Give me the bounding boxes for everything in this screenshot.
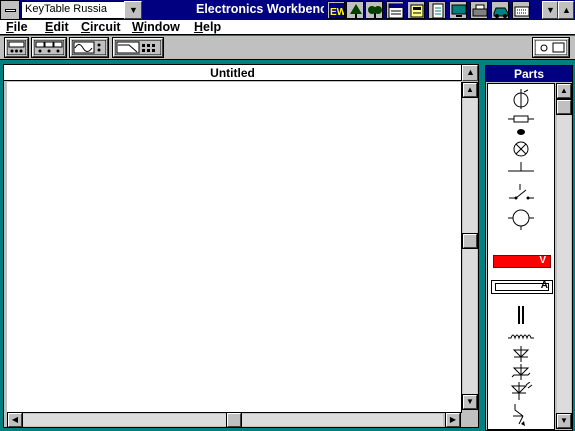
ground-icon — [513, 89, 529, 109]
scroll-thumb[interactable] — [556, 99, 572, 115]
word-generator-icon — [535, 40, 567, 55]
menu-circuit[interactable]: Circuit — [81, 20, 121, 34]
word-generator-button[interactable] — [532, 37, 570, 58]
part-ammeter[interactable]: A — [491, 280, 553, 294]
svg-text:EW: EW — [330, 7, 345, 18]
tree-icon[interactable] — [365, 1, 383, 19]
scroll-down-button[interactable]: ▼ — [556, 413, 572, 429]
part-led[interactable] — [488, 382, 554, 400]
notepad-icon[interactable] — [428, 1, 446, 19]
parts-list: V A — [487, 83, 555, 430]
system-menu-button[interactable] — [0, 0, 20, 20]
part-ground[interactable] — [488, 89, 554, 109]
part-capacitor[interactable] — [488, 306, 554, 324]
battery-icon — [508, 162, 534, 172]
menu-bar: File Edit Circuit Window Help — [0, 20, 575, 35]
function-generator-button[interactable] — [4, 37, 29, 58]
triangle-up-icon: ▲ — [466, 67, 475, 77]
lamp-icon — [513, 141, 529, 157]
inductor-icon — [508, 334, 534, 340]
transistor-icon — [513, 404, 525, 426]
scroll-thumb[interactable] — [226, 412, 242, 428]
menu-file[interactable]: File — [6, 20, 28, 34]
tree-icon[interactable] — [346, 1, 364, 19]
minimize-button[interactable]: ▼ — [542, 1, 558, 19]
scroll-up-button[interactable]: ▲ — [556, 83, 572, 99]
circuit-horizontal-scrollbar[interactable]: ◀ ▶ — [7, 412, 462, 428]
oscilloscope-icon — [72, 40, 106, 55]
keytable-dropdown-button[interactable]: ▼ — [124, 1, 142, 19]
menu-help[interactable]: Help — [194, 20, 221, 34]
circuit-canvas[interactable] — [7, 82, 462, 412]
scroll-left-button[interactable]: ◀ — [7, 412, 23, 428]
connector-dot-icon — [517, 129, 525, 135]
triangle-up-icon: ▲ — [562, 5, 571, 15]
oscilloscope-button[interactable] — [69, 37, 109, 58]
ac-source-icon — [508, 209, 534, 230]
scroll-track[interactable] — [557, 99, 571, 413]
app-title: Electronics Workbenc — [196, 2, 324, 16]
chevron-down-icon: ▼ — [129, 5, 138, 15]
part-switch[interactable] — [488, 182, 554, 204]
keyboard-icon[interactable] — [512, 1, 530, 19]
part-zener-diode[interactable] — [488, 364, 554, 380]
capacitor-icon — [518, 306, 524, 324]
maximize-button[interactable]: ▲ — [558, 1, 574, 19]
circuit-vertical-scrollbar[interactable]: ▲ ▼ — [462, 82, 478, 412]
parts-title: Parts — [486, 66, 572, 82]
function-generator-icon — [7, 40, 26, 55]
part-transistor[interactable] — [488, 404, 554, 428]
bode-plotter-button[interactable] — [112, 37, 164, 58]
calendar-icon[interactable] — [386, 1, 404, 19]
car-icon[interactable] — [491, 1, 509, 19]
part-voltmeter[interactable]: V — [493, 255, 551, 268]
multimeter-icon — [34, 40, 64, 55]
part-inductor[interactable] — [488, 332, 554, 340]
parts-bin: Parts V A ▲ ▼ — [485, 65, 573, 431]
part-battery[interactable] — [488, 162, 554, 176]
part-diode[interactable] — [488, 346, 554, 362]
keytable-value: KeyTable Russia — [25, 3, 107, 15]
instrument-toolbar — [0, 36, 575, 60]
circuit-window-title: Untitled — [4, 65, 462, 81]
circuit-window-maximize-button[interactable]: ▲ — [462, 65, 478, 81]
part-resistor[interactable] — [488, 114, 554, 124]
multimeter-button[interactable] — [31, 37, 67, 58]
scroll-up-button[interactable]: ▲ — [462, 82, 478, 98]
scroll-down-button[interactable]: ▼ — [462, 394, 478, 410]
resistor-icon — [508, 115, 534, 123]
switch-icon — [509, 184, 534, 200]
menu-edit[interactable]: Edit — [45, 20, 69, 34]
voltmeter-label: V — [539, 255, 546, 266]
scroll-thumb[interactable] — [462, 233, 478, 249]
ew-logo-icon[interactable]: EW — [327, 1, 345, 19]
scroll-right-button[interactable]: ▶ — [445, 412, 461, 428]
phone-icon[interactable] — [407, 1, 425, 19]
zener-diode-icon — [511, 364, 531, 380]
menu-window[interactable]: Window — [132, 20, 180, 34]
diode-icon — [512, 346, 530, 362]
printer-icon[interactable] — [470, 1, 488, 19]
part-lamp[interactable] — [488, 140, 554, 158]
ammeter-label: A — [540, 280, 548, 291]
triangle-down-icon: ▼ — [546, 5, 555, 15]
led-icon — [510, 382, 533, 400]
circuit-window: Untitled ▲ ▲ ▼ ◀ ▶ — [3, 64, 479, 428]
bode-plotter-icon — [115, 40, 161, 55]
monitor-icon[interactable] — [449, 1, 467, 19]
part-connector[interactable] — [488, 127, 554, 137]
part-ac-source[interactable] — [488, 206, 554, 232]
parts-vertical-scrollbar[interactable]: ▲ ▼ — [556, 83, 572, 430]
